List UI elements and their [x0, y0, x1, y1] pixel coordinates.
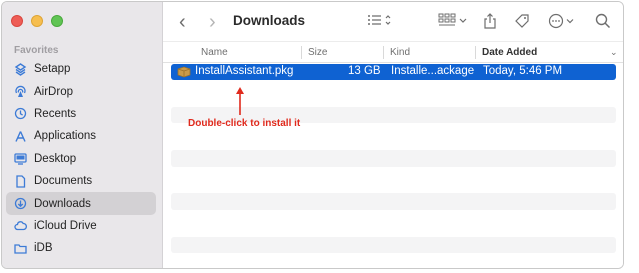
setapp-icon	[14, 62, 27, 76]
desktop-icon	[14, 152, 27, 165]
column-divider	[475, 46, 476, 59]
main-pane: ‹ › Downloads Name Size Kind Date Added …	[163, 2, 623, 268]
sidebar-item-documents[interactable]: Documents	[6, 170, 156, 192]
tag-button[interactable]	[514, 13, 530, 33]
search-icon	[595, 13, 611, 29]
airdrop-icon	[14, 85, 27, 98]
clock-icon	[14, 107, 27, 120]
close-button[interactable]	[11, 15, 23, 27]
group-button[interactable]	[438, 13, 468, 31]
downloads-icon	[14, 197, 27, 210]
annotation-arrow	[236, 87, 244, 115]
grid-icon	[438, 13, 467, 26]
file-size: 13 GB	[348, 65, 381, 77]
empty-row	[171, 236, 616, 253]
sidebar-item-label: Recents	[34, 107, 77, 120]
sidebar-item-recents[interactable]: Recents	[6, 103, 156, 125]
empty-row	[171, 193, 616, 210]
empty-row	[171, 150, 616, 167]
tag-icon	[515, 14, 529, 28]
zoom-button[interactable]	[51, 15, 63, 27]
package-icon	[177, 66, 191, 81]
sidebar-item-applications[interactable]: Applications	[6, 125, 156, 147]
file-row-installassistant[interactable]: InstallAssistant.pkg 13 GB Installe...ac…	[171, 64, 616, 81]
sidebar-item-icloud-drive[interactable]: iCloud Drive	[6, 215, 156, 237]
sidebar-heading-favorites: Favorites	[14, 45, 59, 56]
sidebar-item-idb[interactable]: iDB	[6, 237, 156, 259]
column-date-added[interactable]: Date Added	[482, 42, 537, 63]
column-kind[interactable]: Kind	[390, 42, 410, 63]
toolbar: ‹ › Downloads	[163, 2, 623, 41]
minimize-button[interactable]	[31, 15, 43, 27]
cloud-icon	[14, 219, 27, 232]
back-button[interactable]: ‹	[179, 11, 186, 34]
empty-row	[171, 128, 616, 145]
column-size[interactable]: Size	[308, 42, 327, 63]
annotation-text: Double-click to install it	[188, 118, 301, 129]
sidebar-item-label: Downloads	[34, 197, 91, 210]
empty-row	[171, 215, 616, 232]
sidebar-item-label: Applications	[34, 130, 97, 143]
sidebar-list: Setapp AirDrop Recents Applications Desk…	[6, 58, 156, 260]
column-divider	[383, 46, 384, 59]
column-name[interactable]: Name	[201, 42, 228, 63]
document-icon	[14, 174, 27, 188]
file-date-added: Today, 5:46 PM	[483, 65, 563, 77]
window-title: Downloads	[233, 13, 306, 28]
sidebar-item-label: Documents	[34, 175, 93, 188]
list-view-icon	[368, 15, 391, 25]
sidebar-item-desktop[interactable]: Desktop	[6, 148, 156, 170]
forward-button[interactable]: ›	[209, 11, 216, 34]
sidebar-item-label: iCloud Drive	[34, 219, 97, 232]
window-controls	[11, 15, 63, 27]
sidebar-item-label: AirDrop	[34, 85, 73, 98]
empty-row	[171, 171, 616, 189]
sidebar-item-airdrop[interactable]: AirDrop	[6, 80, 156, 102]
applications-icon	[14, 130, 27, 143]
list-view-button[interactable]	[367, 13, 393, 31]
sidebar-item-setapp[interactable]: Setapp	[6, 58, 156, 80]
folder-icon	[14, 242, 27, 255]
sidebar-item-downloads[interactable]: Downloads	[6, 192, 156, 215]
sidebar-item-label: iDB	[34, 242, 53, 255]
column-header: Name Size Kind Date Added ⌄	[163, 41, 623, 63]
search-button[interactable]	[595, 13, 611, 33]
finder-window: Favorites Setapp AirDrop Recents Applica…	[1, 1, 624, 269]
column-divider	[301, 46, 302, 59]
file-kind: Installe...ackage	[391, 65, 475, 77]
more-actions-button[interactable]	[548, 13, 578, 33]
sidebar-item-label: Desktop	[34, 152, 77, 165]
sidebar-item-label: Setapp	[34, 63, 71, 76]
file-name: InstallAssistant.pkg	[195, 65, 294, 77]
ellipsis-circle-icon	[548, 13, 574, 29]
sort-chevron-icon[interactable]: ⌄	[610, 42, 618, 63]
sidebar: Favorites Setapp AirDrop Recents Applica…	[2, 2, 163, 268]
share-icon	[484, 13, 496, 29]
share-button[interactable]	[483, 13, 497, 33]
